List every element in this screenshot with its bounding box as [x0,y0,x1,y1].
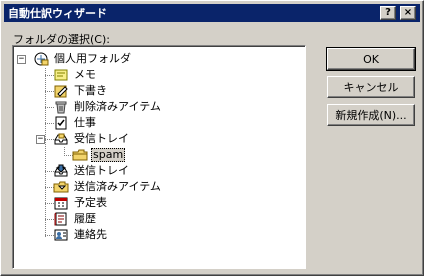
tree-node-tasks[interactable]: 仕事 [53,115,98,131]
tree-node-personal-folders[interactable]: 個人用フォルダ [33,51,133,67]
tree-node-label: 履歴 [74,212,96,225]
tree-node-notes[interactable]: メモ [53,67,98,83]
sent-items-icon [53,179,69,195]
tree-node-label: 仕事 [74,116,96,129]
journal-icon [53,211,69,227]
tree-node-label: 連絡先 [74,228,107,241]
tree-node-label: メモ [74,68,96,81]
tree-node-contacts[interactable]: 連絡先 [53,227,109,243]
titlebar: 自動仕訳ウィザード ? × [4,4,420,22]
tree-node-label: 予定表 [74,196,107,209]
tree-node-calendar[interactable]: 予定表 [53,195,109,211]
outbox-icon [53,163,69,179]
cancel-button[interactable]: キャンセル [327,76,415,98]
drafts-icon [53,83,69,99]
inbox-expander[interactable]: − [36,135,45,144]
root-expander[interactable]: − [17,55,26,64]
tree-node-label: 送信済みアイテム [74,180,161,193]
folder-tree[interactable]: − 個人用フォルダ メモ 下書き 削除済みアイテム 仕事 − 受信トレイ spa… [12,45,306,269]
tree-node-label: 下書き [74,84,107,97]
tree-node-journal[interactable]: 履歴 [53,211,98,227]
deleted-items-icon [53,99,69,115]
calendar-icon [53,195,69,211]
ok-button[interactable]: OK [326,47,416,71]
help-button[interactable]: ? [380,6,396,20]
tree-node-spam[interactable]: spam [72,147,126,163]
window-title: 自動仕訳ウィザード [8,7,107,20]
tree-node-label: 送信トレイ [74,164,129,177]
tree-node-outbox[interactable]: 送信トレイ [53,163,131,179]
tree-node-label: 削除済みアイテム [74,100,161,113]
inbox-icon [53,131,69,147]
new-folder-button[interactable]: 新規作成(N)... [327,104,415,126]
tree-node-label: spam [91,148,126,162]
tree-node-deleted-items[interactable]: 削除済みアイテム [53,99,163,115]
personal-folders-icon [33,51,49,67]
close-button[interactable]: × [400,6,416,20]
tasks-icon [53,115,69,131]
notes-icon [53,67,69,83]
tree-node-label: 受信トレイ [74,132,129,145]
tree-node-sent-items[interactable]: 送信済みアイテム [53,179,163,195]
folder-icon [72,147,88,163]
tree-node-drafts[interactable]: 下書き [53,83,109,99]
tree-node-label: 個人用フォルダ [54,52,131,65]
tree-node-inbox[interactable]: 受信トレイ [53,131,131,147]
contacts-icon [53,227,69,243]
